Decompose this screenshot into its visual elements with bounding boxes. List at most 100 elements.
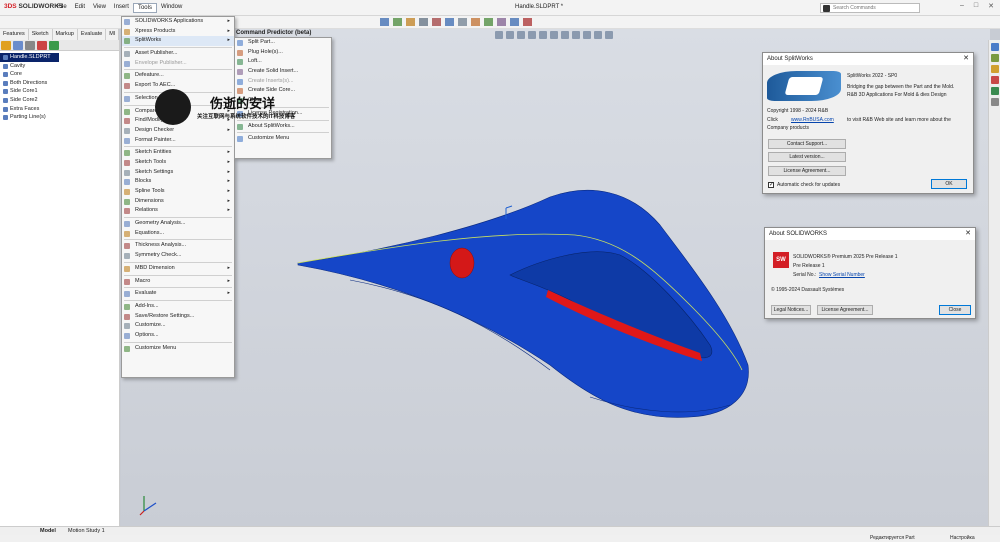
menu-item-sketch-tools[interactable]: Sketch Tools ▸ — [122, 158, 234, 168]
solidworks-resources-icon[interactable] — [991, 43, 999, 51]
menu-item-solidworks-applications[interactable]: SOLIDWORKS Applications ▸ — [122, 17, 234, 27]
menu-item-xpress-products[interactable]: Xpress Products ▸ — [122, 27, 234, 37]
menu-item-blocks[interactable]: Blocks ▸ — [122, 177, 234, 187]
menu-edit[interactable]: Edit — [71, 3, 89, 13]
design-library-icon[interactable] — [991, 54, 999, 62]
menu-item-sketch-entities[interactable]: Sketch Entities ▸ — [122, 148, 234, 158]
tree-item-side-core1[interactable]: Side Core1 — [0, 87, 119, 96]
new-icon[interactable] — [380, 18, 389, 26]
edit-appearance-icon[interactable] — [572, 31, 580, 39]
redo-icon[interactable] — [445, 18, 454, 26]
tab-features[interactable]: Features — [0, 29, 29, 40]
menu-item-dimensions[interactable]: Dimensions ▸ — [122, 197, 234, 207]
menu-item-symmetry-check[interactable]: Symmetry Check... — [122, 251, 234, 261]
menu-item-add-ins[interactable]: Add-Ins... — [122, 302, 234, 312]
menu-item-spline-tools[interactable]: Spline Tools ▸ — [122, 187, 234, 197]
previous-view-icon[interactable] — [517, 31, 525, 39]
print-icon[interactable] — [419, 18, 428, 26]
rebuild-icon[interactable] — [471, 18, 480, 26]
close-button[interactable]: Close — [939, 305, 971, 315]
view-icon[interactable] — [510, 18, 519, 26]
apply-scene-icon[interactable] — [583, 31, 591, 39]
menu-item-format-painter[interactable]: Format Painter... — [122, 136, 234, 146]
maximize-icon[interactable]: □ — [974, 2, 978, 10]
appearances-icon[interactable] — [991, 87, 999, 95]
tab-markup[interactable]: Markup — [52, 29, 78, 40]
menu-item-geometry-analysis[interactable]: Geometry Analysis... — [122, 219, 234, 229]
menu-item-loft[interactable]: Loft... — [235, 57, 331, 67]
menu-tools[interactable]: Tools — [132, 3, 157, 13]
show-serial-link[interactable]: Show Serial Number — [819, 272, 865, 278]
section-view-icon[interactable] — [528, 31, 536, 39]
tab-motion-study[interactable]: Motion Study 1 — [64, 528, 109, 534]
menu-window[interactable]: Window — [157, 3, 186, 13]
tab-sketch[interactable]: Sketch — [28, 29, 53, 40]
menu-item-mbd-dimension[interactable]: MBD Dimension ▸ — [122, 264, 234, 274]
open-icon[interactable] — [393, 18, 402, 26]
hide-show-icon[interactable] — [561, 31, 569, 39]
license-agreement-button[interactable]: License Agreement... — [768, 166, 846, 176]
tree-item-both-directions[interactable]: Both Directions — [0, 79, 119, 88]
website-link[interactable]: www.RnBUSA.com — [791, 117, 834, 123]
menu-item-thickness-analysis[interactable]: Thickness Analysis... — [122, 241, 234, 251]
save-icon[interactable] — [406, 18, 415, 26]
menu-item-split-part[interactable]: Split Part... — [235, 38, 331, 48]
menu-item-customize[interactable]: Customize... — [122, 321, 234, 331]
tree-item-core[interactable]: Core — [0, 70, 119, 79]
tree-item-parting-line-s[interactable]: Parting Line(s) — [0, 113, 119, 122]
view-settings-icon[interactable] — [594, 31, 602, 39]
close-icon[interactable]: ✕ — [963, 53, 969, 65]
ok-button[interactable]: OK — [931, 179, 967, 189]
menu-file[interactable]: File — [53, 3, 71, 13]
file-explorer-icon[interactable] — [991, 65, 999, 73]
view-palette-icon[interactable] — [991, 76, 999, 84]
menu-item-sketch-settings[interactable]: Sketch Settings ▸ — [122, 168, 234, 178]
menu-item-equations[interactable]: Equations... — [122, 229, 234, 239]
legal-notices-button[interactable]: Legal Notices... — [771, 305, 811, 315]
file-properties-icon[interactable] — [484, 18, 493, 26]
part-model[interactable] — [290, 185, 750, 435]
tab-mi[interactable]: MI — [106, 29, 120, 40]
menu-item-options[interactable]: Options... — [122, 331, 234, 341]
custom-properties-icon[interactable] — [991, 98, 999, 106]
property-manager-icon[interactable] — [13, 41, 23, 50]
tab-model[interactable]: Model — [36, 528, 60, 534]
menu-item-plug-hole-s[interactable]: Plug Hole(s)... — [235, 48, 331, 58]
menu-item-defeature[interactable]: Defeature... — [122, 71, 234, 81]
tree-item-handle-sldprt[interactable]: Handle.SLDPRT — [0, 53, 59, 62]
tree-item-cavity[interactable]: Cavity — [0, 62, 119, 71]
zoom-fit-icon[interactable] — [495, 31, 503, 39]
feature-tree-icon[interactable] — [1, 41, 11, 50]
view-orientation-icon[interactable] — [539, 31, 547, 39]
menu-item-create-solid-insert[interactable]: Create Solid Insert... — [235, 67, 331, 77]
minimize-icon[interactable]: – — [960, 2, 964, 10]
options-icon[interactable] — [497, 18, 506, 26]
display-manager-icon[interactable] — [49, 41, 59, 50]
select-icon[interactable] — [458, 18, 467, 26]
contact-support-button[interactable]: Contact Support... — [768, 139, 846, 149]
menu-view[interactable]: View — [89, 3, 110, 13]
search-commands-input[interactable]: Search Commands — [820, 3, 920, 13]
undo-icon[interactable] — [432, 18, 441, 26]
menu-item-customize-menu[interactable]: Customize Menu — [235, 134, 331, 144]
latest-version-button[interactable]: Latest version... — [768, 152, 846, 162]
monitor-icon[interactable] — [605, 31, 613, 39]
menu-item-save-restore-settings[interactable]: Save/Restore Settings... — [122, 312, 234, 322]
close-icon[interactable]: ✕ — [988, 2, 994, 10]
dimxpert-icon[interactable] — [37, 41, 47, 50]
menu-item-relations[interactable]: Relations ▸ — [122, 206, 234, 216]
license-agreement-button[interactable]: License Agreement... — [817, 305, 873, 315]
menu-item-macro[interactable]: Macro ▸ — [122, 277, 234, 287]
display-style-icon[interactable] — [550, 31, 558, 39]
close-icon[interactable]: ✕ — [965, 228, 971, 240]
menu-item-evaluate[interactable]: Evaluate ▸ — [122, 289, 234, 299]
tree-item-extra-faces[interactable]: Extra Faces — [0, 105, 119, 114]
menu-item-asset-publisher[interactable]: Asset Publisher... — [122, 49, 234, 59]
auto-update-checkbox[interactable] — [768, 181, 774, 188]
appearance-icon[interactable] — [523, 18, 532, 26]
tab-evaluate[interactable]: Evaluate — [77, 29, 107, 40]
zoom-area-icon[interactable] — [506, 31, 514, 39]
menu-item-splitworks[interactable]: SplitWorks ▸ — [122, 36, 234, 47]
config-manager-icon[interactable] — [25, 41, 35, 50]
status-customize[interactable]: Настройка — [950, 535, 975, 541]
